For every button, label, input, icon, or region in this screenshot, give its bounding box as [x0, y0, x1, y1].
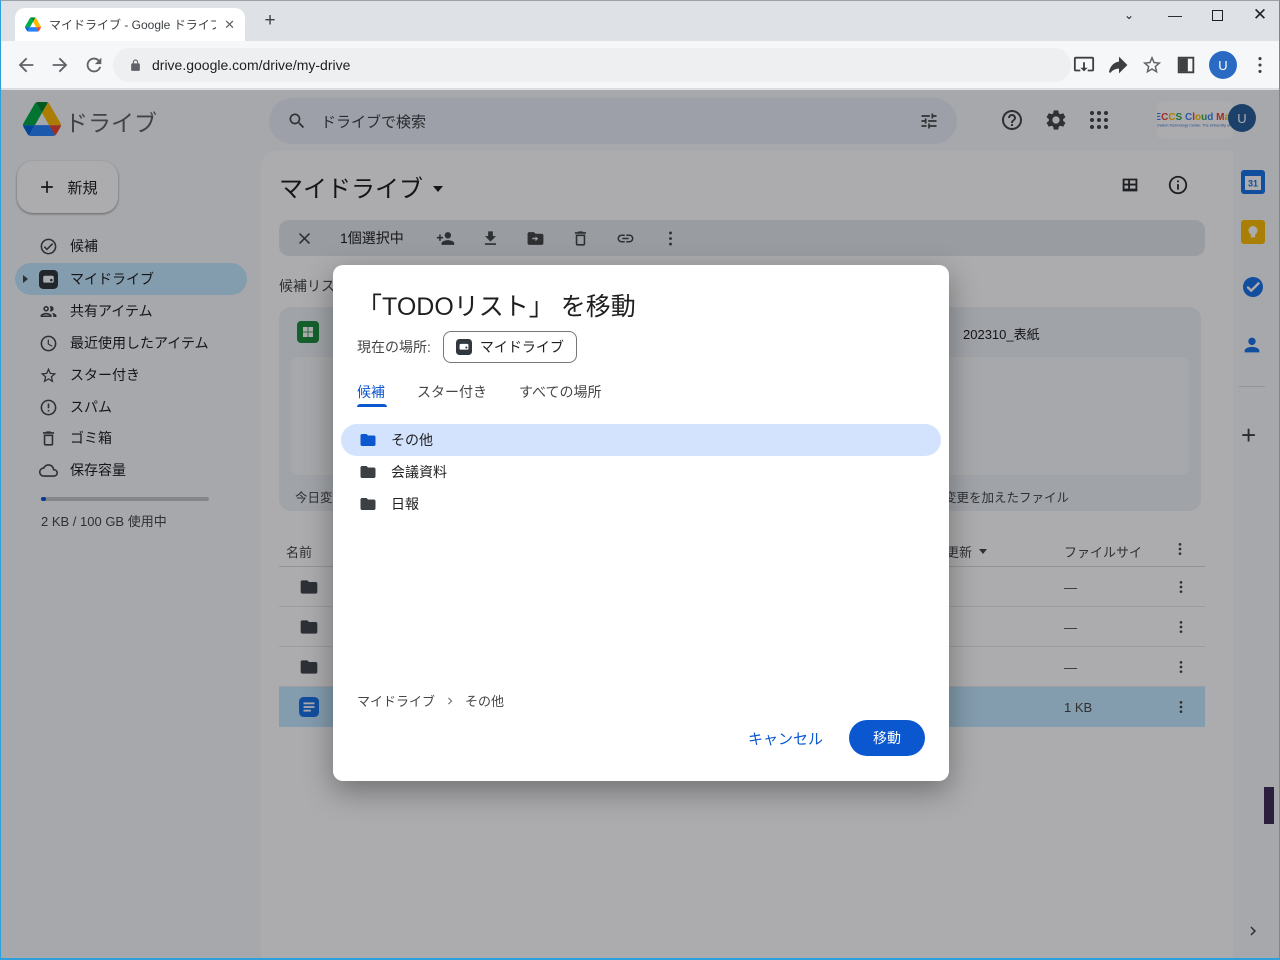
- folder-icon: [359, 431, 377, 449]
- drive-page: ドライブ ドライブで検索 ECCS Cloud Mail Information…: [1, 90, 1279, 958]
- folder-name: 日報: [391, 494, 419, 514]
- tab-close-icon[interactable]: ✕: [224, 17, 235, 33]
- scrollbar-thumb[interactable]: [1264, 787, 1274, 824]
- folder-icon: [359, 463, 377, 481]
- back-icon[interactable]: [15, 54, 37, 76]
- dialog-folder-row-selected[interactable]: その他: [341, 424, 941, 456]
- folder-icon: [359, 495, 377, 513]
- install-icon[interactable]: [1073, 54, 1095, 76]
- browser-menu-icon[interactable]: [1249, 54, 1271, 76]
- reload-icon[interactable]: [83, 54, 105, 76]
- dialog-breadcrumb: マイドライブ その他: [357, 691, 504, 710]
- move-button[interactable]: 移動: [849, 720, 925, 756]
- dialog-tab-starred[interactable]: スター付き: [417, 382, 487, 402]
- lock-icon: [129, 59, 142, 72]
- forward-icon[interactable]: [49, 54, 71, 76]
- folder-name: 会議資料: [391, 462, 447, 482]
- breadcrumb-chevron-icon: [443, 694, 457, 708]
- browser-toolbar: drive.google.com/drive/my-drive U: [1, 41, 1279, 89]
- window-minimize-icon[interactable]: —: [1166, 7, 1184, 23]
- dialog-tab-suggested[interactable]: 候補: [357, 382, 385, 402]
- tab-title: マイドライブ - Google ドライブ: [49, 16, 216, 33]
- current-location-label: 現在の場所:: [357, 337, 431, 357]
- move-dialog: 「TODOリスト」 を移動 現在の場所: マイドライブ 候補 スター付き すべて…: [333, 265, 949, 781]
- browser-tab-bar: マイドライブ - Google ドライブ ✕ + ⌄ — ✕: [1, 1, 1279, 41]
- breadcrumb-current[interactable]: その他: [465, 691, 504, 710]
- dialog-folder-row[interactable]: 会議資料: [341, 456, 941, 488]
- share-icon[interactable]: [1107, 54, 1129, 76]
- my-drive-icon: [456, 339, 472, 355]
- url-bar[interactable]: drive.google.com/drive/my-drive: [113, 48, 1071, 82]
- side-panel-icon[interactable]: [1175, 54, 1197, 76]
- window-menu-icon[interactable]: ⌄: [1120, 8, 1138, 22]
- folder-name: その他: [391, 430, 433, 450]
- dialog-title: 「TODOリスト」 を移動: [357, 287, 636, 323]
- browser-tab[interactable]: マイドライブ - Google ドライブ ✕: [15, 8, 245, 41]
- bookmark-star-icon[interactable]: [1141, 54, 1163, 76]
- browser-avatar[interactable]: U: [1209, 51, 1237, 79]
- new-tab-button[interactable]: +: [259, 10, 281, 32]
- dialog-tab-all[interactable]: すべての場所: [519, 382, 601, 402]
- breadcrumb-root[interactable]: マイドライブ: [357, 691, 435, 710]
- dialog-folder-row[interactable]: 日報: [341, 488, 941, 520]
- url-text: drive.google.com/drive/my-drive: [152, 57, 350, 73]
- current-location-chip[interactable]: マイドライブ: [443, 331, 577, 363]
- window-maximize-icon[interactable]: [1212, 10, 1223, 21]
- cancel-button[interactable]: キャンセル: [748, 728, 823, 749]
- window-close-icon[interactable]: ✕: [1251, 5, 1269, 25]
- drive-favicon: [25, 17, 41, 32]
- browser-window: マイドライブ - Google ドライブ ✕ + ⌄ — ✕ drive.goo…: [0, 0, 1280, 960]
- active-tab-underline: [357, 404, 387, 407]
